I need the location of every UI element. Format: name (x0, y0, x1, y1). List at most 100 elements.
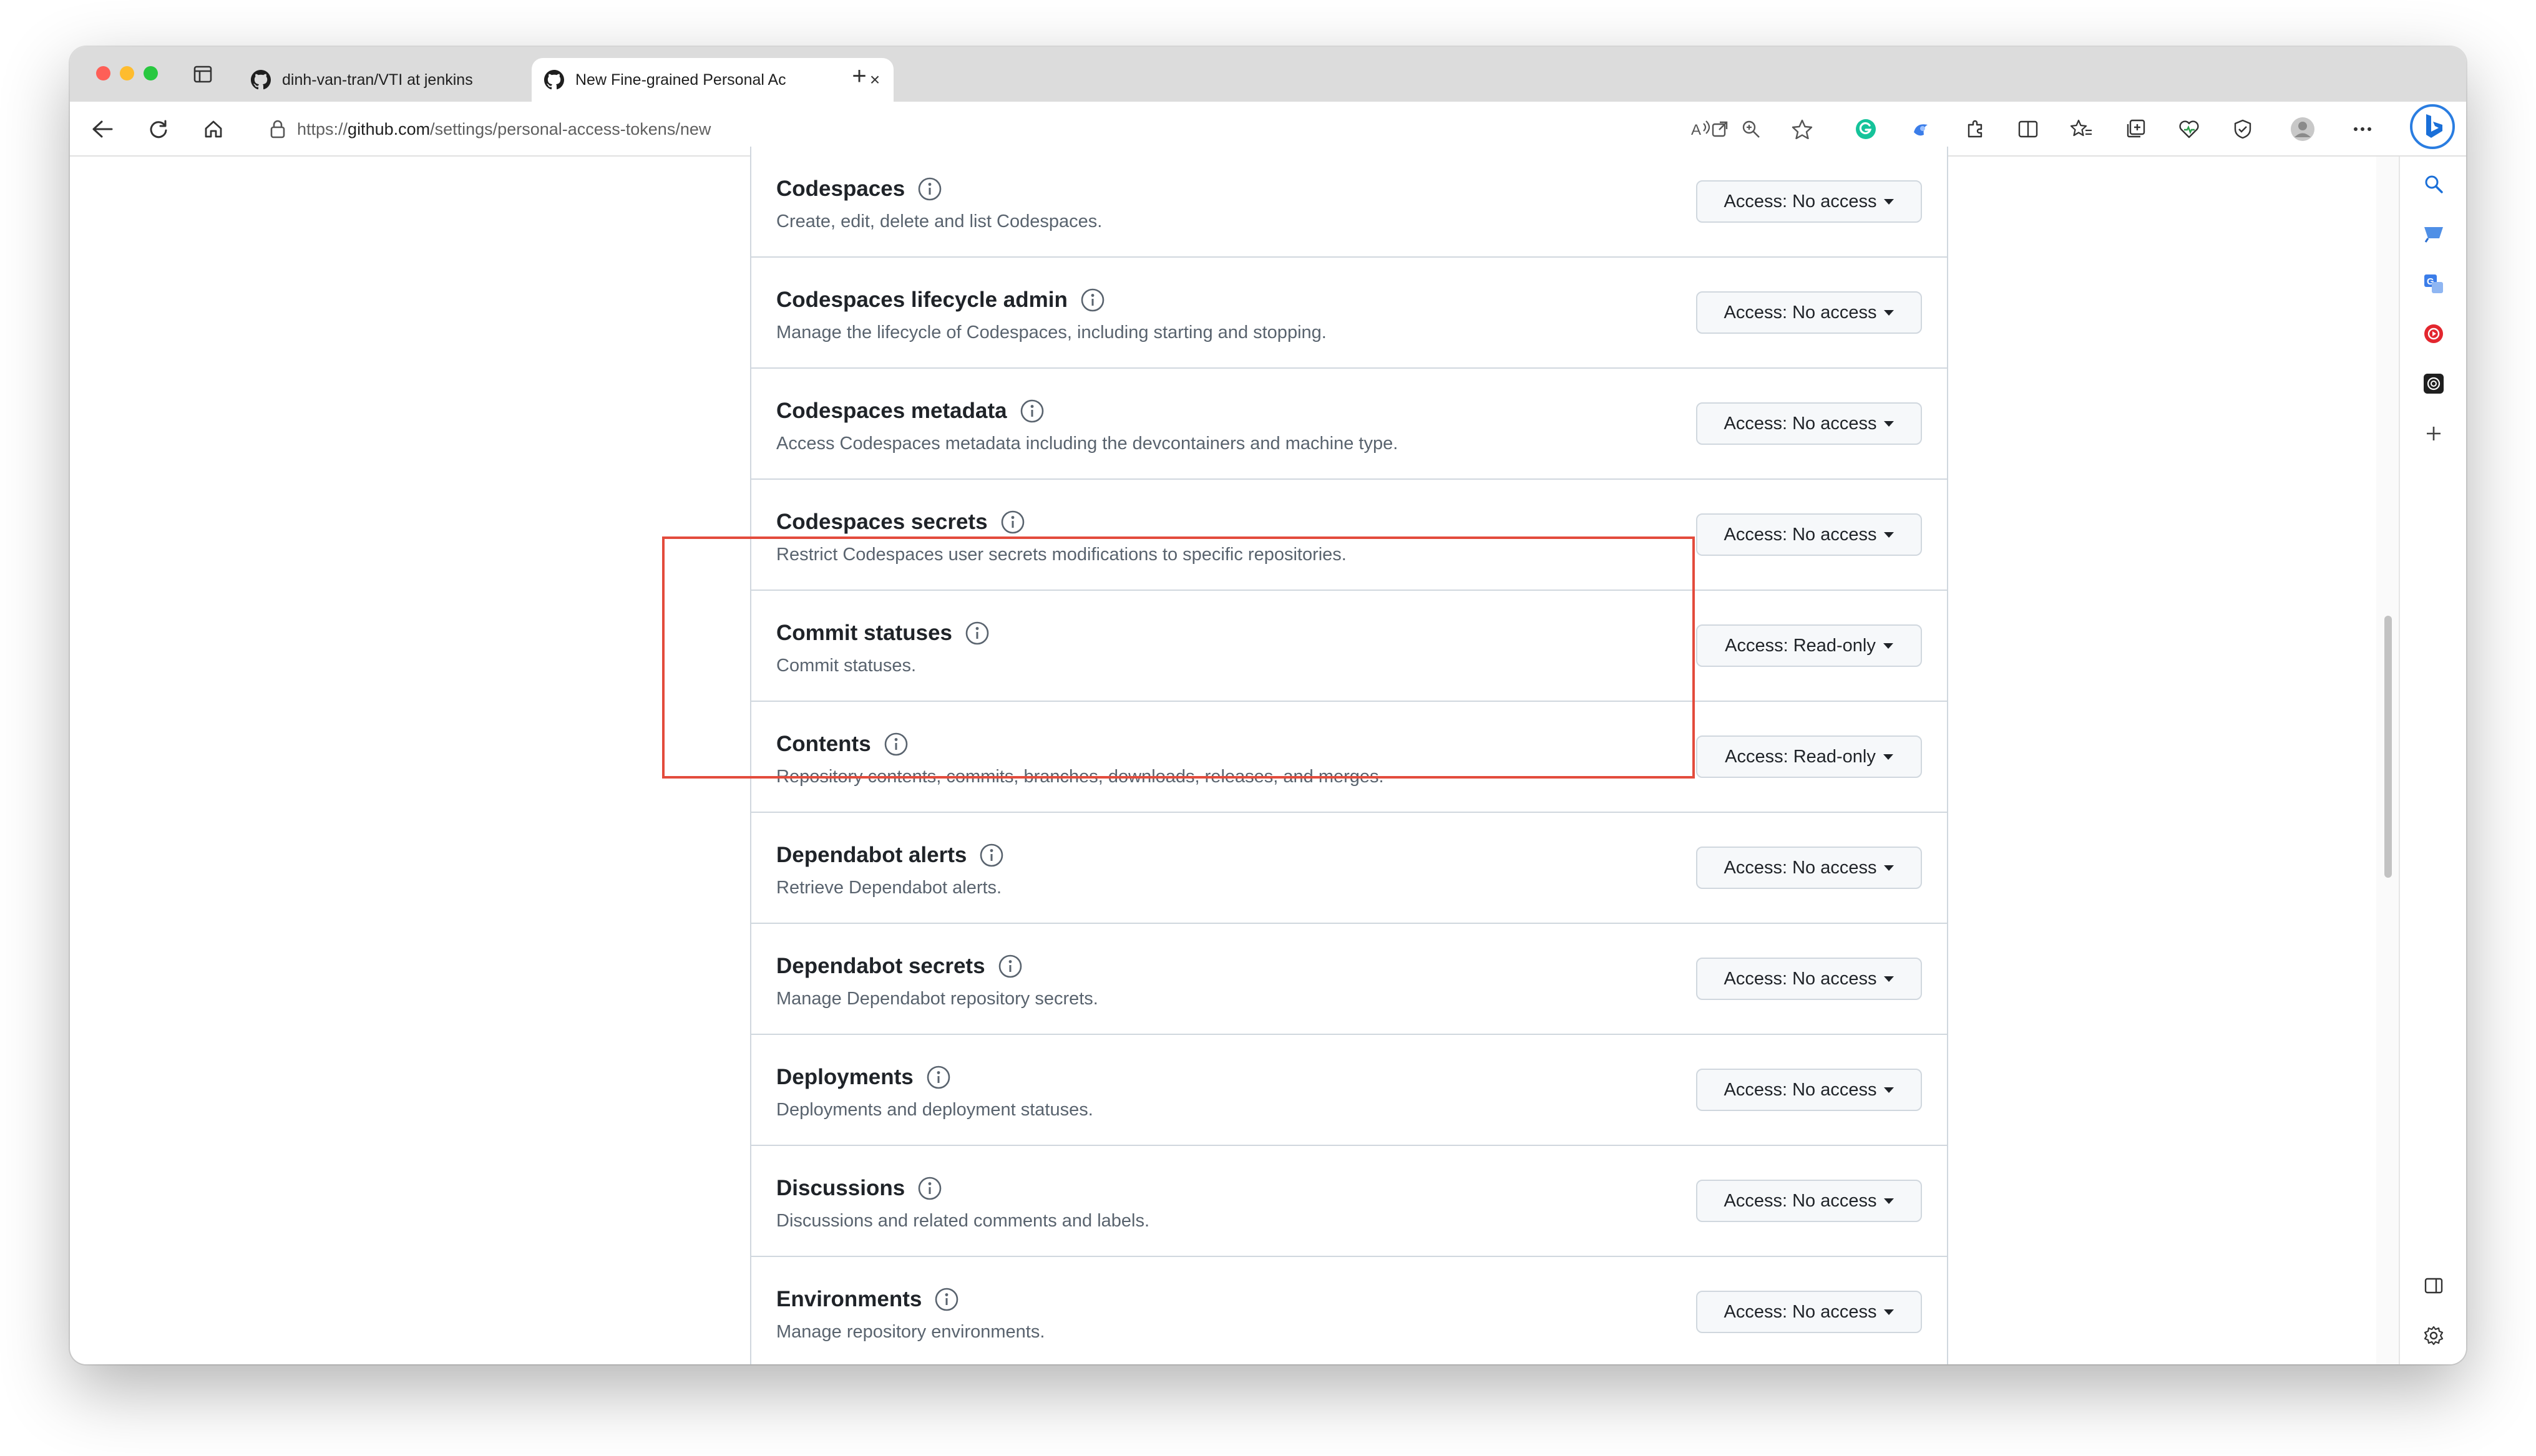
grammarly-icon[interactable] (1850, 113, 1882, 145)
info-icon[interactable] (934, 1287, 959, 1312)
info-icon[interactable] (979, 843, 1004, 868)
url-host: github.com (348, 119, 431, 138)
access-level-dropdown[interactable]: Access: No access (1696, 513, 1922, 556)
read-aloud-icon[interactable]: A (1685, 113, 1717, 145)
access-level-label: Access: No access (1724, 1301, 1877, 1322)
tab-actions-icon[interactable] (192, 64, 213, 85)
chatgpt-icon[interactable] (2417, 367, 2450, 400)
permission-row: Codespaces lifecycle admin Manage the lif… (750, 258, 1948, 369)
favorites-icon[interactable] (2065, 113, 2098, 145)
permission-description: Create, edit, delete and list Codespaces… (776, 211, 1103, 231)
back-icon[interactable] (86, 113, 119, 145)
media-player-icon[interactable] (2417, 318, 2450, 350)
caret-down-icon (1883, 643, 1893, 649)
new-tab-button[interactable]: + (844, 61, 875, 92)
caret-down-icon (1884, 198, 1895, 205)
gear-icon[interactable] (2417, 1319, 2450, 1352)
access-level-dropdown[interactable]: Access: Read-only (1696, 624, 1922, 667)
browser-window: dinh-van-tran/VTI at jenkins × New Fine-… (70, 47, 2466, 1364)
info-icon[interactable] (926, 1065, 951, 1090)
permission-description: Deployments and deployment statuses. (776, 1100, 1093, 1120)
address-bar[interactable]: https://github.com/settings/personal-acc… (251, 109, 1736, 149)
extension-blue-icon[interactable] (1904, 113, 1937, 145)
tab-title: dinh-van-tran/VTI at jenkins (282, 70, 473, 89)
permission-row: Contents Repository contents, commits, br… (750, 702, 1948, 813)
shopping-icon[interactable] (2417, 218, 2450, 250)
github-icon (544, 70, 564, 90)
permission-title-group: Codespaces (776, 177, 942, 201)
maximize-window-button[interactable] (144, 66, 158, 80)
search-icon[interactable] (2417, 168, 2450, 200)
info-icon[interactable] (965, 621, 990, 646)
permission-row: Deployments Deployments and deployment st… (750, 1035, 1948, 1146)
info-icon[interactable] (884, 732, 909, 757)
permission-title-group: Deployments (776, 1065, 951, 1090)
permission-title-group: Codespaces lifecycle admin (776, 288, 1105, 313)
permission-row: Codespaces Create, edit, delete and list … (750, 147, 1948, 258)
access-level-dropdown[interactable]: Access: No access (1696, 402, 1922, 445)
info-icon[interactable] (917, 177, 942, 201)
close-window-button[interactable] (96, 66, 110, 80)
permission-description: Access Codespaces metadata including the… (776, 434, 1398, 454)
caret-down-icon (1884, 976, 1895, 982)
copilot-shield-icon[interactable] (2226, 113, 2259, 145)
permission-row: Commit statuses Commit statuses. Access: R… (750, 591, 1948, 702)
access-level-dropdown[interactable]: Access: Read-only (1696, 735, 1922, 778)
minimize-window-button[interactable] (120, 66, 134, 80)
permission-row: Codespaces secrets Restrict Codespaces us… (750, 480, 1948, 591)
permission-row: Environments Manage repository environmen… (750, 1257, 1948, 1364)
info-icon[interactable] (917, 1176, 942, 1201)
info-icon[interactable] (998, 954, 1023, 979)
permission-description: Discussions and related comments and lab… (776, 1211, 1150, 1231)
tab-bar: dinh-van-tran/VTI at jenkins × New Fine-… (70, 47, 2466, 102)
permission-title-group: Environments (776, 1287, 959, 1312)
bing-copilot-icon[interactable] (2409, 103, 2456, 150)
split-screen-icon[interactable] (2012, 113, 2044, 145)
add-sidebar-app-icon[interactable] (2417, 417, 2450, 450)
access-level-label: Access: No access (1724, 413, 1877, 434)
collections-icon[interactable] (2119, 113, 2152, 145)
access-level-dropdown[interactable]: Access: No access (1696, 1069, 1922, 1111)
access-level-dropdown[interactable]: Access: No access (1696, 291, 1922, 334)
hide-sidebar-icon[interactable] (2417, 1269, 2450, 1302)
access-level-label: Access: No access (1724, 1190, 1877, 1211)
extensions-puzzle-icon[interactable] (1959, 113, 1992, 145)
permission-name: Codespaces (776, 177, 905, 201)
info-icon[interactable] (1080, 288, 1105, 313)
browser-essentials-icon[interactable] (2173, 113, 2205, 145)
permission-name: Environments (776, 1287, 922, 1311)
edge-sidebar: G (2399, 104, 2466, 1364)
url-path: /settings/personal-access-tokens/new (430, 119, 711, 138)
caret-down-icon (1884, 1087, 1895, 1093)
permission-description: Commit statuses. (776, 656, 916, 676)
home-icon[interactable] (197, 113, 230, 145)
access-level-dropdown[interactable]: Access: No access (1696, 1291, 1922, 1333)
access-level-dropdown[interactable]: Access: No access (1696, 847, 1922, 889)
access-level-dropdown[interactable]: Access: No access (1696, 180, 1922, 223)
tab-new-token[interactable]: New Fine-grained Personal Ac × (532, 58, 894, 102)
access-level-dropdown[interactable]: Access: No access (1696, 1180, 1922, 1222)
access-level-dropdown[interactable]: Access: No access (1696, 958, 1922, 1000)
profile-avatar[interactable] (2286, 113, 2319, 145)
permission-description: Repository contents, commits, branches, … (776, 767, 1384, 787)
more-options-icon[interactable] (2346, 113, 2379, 145)
permission-name: Codespaces secrets (776, 510, 988, 534)
info-icon[interactable] (1020, 399, 1045, 424)
access-level-label: Access: Read-only (1725, 746, 1876, 767)
lock-icon[interactable] (270, 120, 286, 138)
zoom-icon[interactable] (1735, 113, 1767, 145)
favorite-star-icon[interactable] (1786, 113, 1818, 145)
reload-icon[interactable] (142, 113, 175, 145)
url-prefix: https:// (297, 119, 348, 138)
info-icon[interactable] (1000, 510, 1025, 535)
permission-row: Dependabot alerts Retrieve Dependabot ale… (750, 813, 1948, 924)
caret-down-icon (1884, 309, 1895, 316)
access-level-label: Access: No access (1724, 191, 1877, 211)
translator-icon[interactable]: G (2417, 268, 2450, 300)
permission-name: Discussions (776, 1176, 905, 1200)
permission-description: Manage Dependabot repository secrets. (776, 989, 1098, 1009)
permission-name: Deployments (776, 1065, 914, 1089)
page-scrollbar-thumb[interactable] (2384, 616, 2392, 878)
permission-description: Retrieve Dependabot alerts. (776, 878, 1002, 898)
caret-down-icon (1884, 531, 1895, 538)
